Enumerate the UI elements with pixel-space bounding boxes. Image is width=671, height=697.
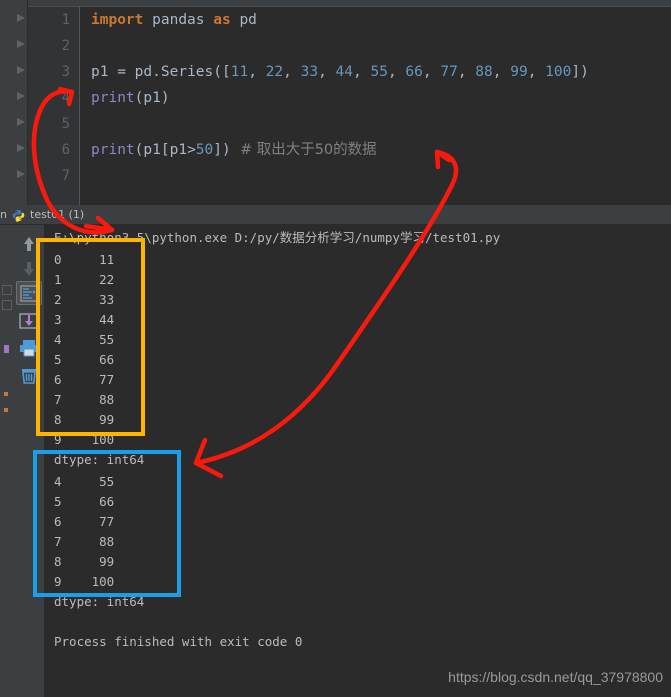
code-token: pd [134,64,153,80]
line-number: 3 [61,64,70,80]
code-token: 66 [405,64,423,80]
yellow-highlight-box [36,238,145,436]
console-exit-line: Process finished with exit code 0 [54,634,303,649]
run-tab-title[interactable]: test01 (1) [30,208,84,221]
line-number: 4 [61,90,70,106]
code-token: 77 [440,64,458,80]
code-token: as [213,12,231,28]
code-token: import [91,12,144,28]
gutter-marker [4,345,9,353]
code-token: , [527,64,546,80]
fold-marker[interactable] [17,66,25,74]
blue-highlight-box [33,450,181,597]
code-token: p1 [169,142,188,158]
line-number: 1 [61,12,70,28]
code-token: ]) [213,142,231,158]
code-token: p1 [91,64,118,80]
fold-marker[interactable] [17,144,25,152]
code-token: ([ [213,64,231,80]
code-line-6: print(p1[p1>50]) # 取出大于50的数据 [91,137,377,163]
code-token: = [117,64,135,80]
code-token: , [248,64,266,80]
code-token: 44 [335,64,354,80]
gutter-widget [2,285,12,295]
line-number: 7 [61,168,70,184]
line-number: 2 [61,38,70,54]
code-token: print [91,142,135,158]
code-token: Series [160,64,214,80]
code-editor[interactable]: 1 2 3 4 5 6 7 import pandas as pd p1 = p… [28,7,671,205]
fold-marker[interactable] [17,170,25,178]
cjk-text: 数据分析学习 [279,230,355,245]
code-token: 22 [265,64,284,80]
code-token: , [283,64,301,80]
code-token: ) [160,90,170,106]
line-number-gutter: 1 2 3 4 5 6 7 [28,7,80,205]
editor-top-border [0,0,671,7]
code-token: > [187,142,196,158]
code-token: p1 [143,142,161,158]
line-number: 5 [61,116,70,132]
code-line-1: import pandas as pd [91,7,257,33]
code-token: pd [239,12,257,28]
fold-marker[interactable] [17,40,25,48]
line-number: 6 [61,142,70,158]
code-line-4: print(p1) [91,85,170,111]
code-token: , [422,64,441,80]
code-token: 99 [510,64,528,80]
code-token: 50 [195,142,214,158]
code-line-3: p1 = pd.Series([11, 22, 33, 44, 55, 66, … [91,59,589,85]
code-text-area[interactable]: import pandas as pd p1 = pd.Series([11, … [81,7,671,205]
code-token: , [492,64,511,80]
fold-marker[interactable] [17,118,25,126]
python-icon [12,209,25,222]
code-token: 33 [300,64,319,80]
code-token: p1 [143,90,161,106]
code-token: [ [160,142,170,158]
code-token: 55 [370,64,388,80]
gutter-marker [4,408,8,412]
code-token: print [91,90,135,106]
code-token: 100 [545,64,572,80]
code-token: ]) [571,64,589,80]
code-token: # 取出大于50的数据 [230,142,377,158]
code-token: , [318,64,336,80]
code-token: . [152,64,161,80]
gutter-widget [2,300,12,310]
code-token: 88 [475,64,493,80]
cjk-text: 学习 [399,230,425,245]
code-token: pandas [152,12,205,28]
ide-window: 1 2 3 4 5 6 7 import pandas as pd p1 = p… [0,0,671,697]
code-token: , [387,64,406,80]
run-tool-window-tabbar[interactable]: n test01 (1) [0,205,671,225]
code-token: , [353,64,371,80]
fold-marker[interactable] [17,92,25,100]
code-token: 11 [230,64,249,80]
fold-marker[interactable] [17,14,25,22]
csdn-watermark: https://blog.csdn.net/qq_37978800 [448,669,663,685]
gutter-marker [4,392,8,396]
run-tool-window-label: n [0,208,7,221]
code-token: , [457,64,476,80]
